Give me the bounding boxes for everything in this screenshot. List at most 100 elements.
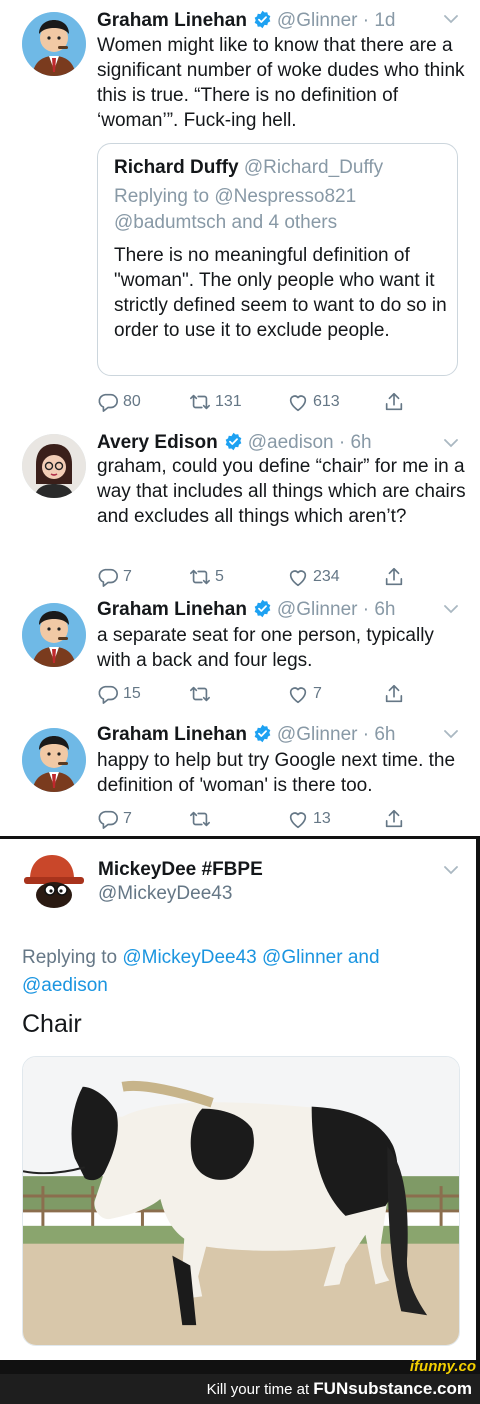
retweet-count: 131 bbox=[215, 393, 242, 410]
like-count: 13 bbox=[313, 810, 331, 827]
retweet-button[interactable]: 131 bbox=[189, 391, 242, 413]
quoted-replying-to: Replying to @Nespresso821 bbox=[114, 186, 357, 207]
like-icon bbox=[287, 566, 309, 588]
share-icon bbox=[383, 683, 405, 705]
reply-button[interactable]: 7 bbox=[97, 808, 132, 830]
quoted-author-handle: @Richard_Duffy bbox=[243, 157, 384, 178]
verified-icon bbox=[253, 724, 272, 743]
retweet-button[interactable]: 5 bbox=[189, 566, 224, 588]
retweet-button[interactable] bbox=[189, 683, 215, 705]
chevron-down-icon[interactable] bbox=[444, 866, 458, 875]
mention-aedison[interactable]: @aedison bbox=[22, 975, 108, 996]
like-icon bbox=[287, 683, 309, 705]
avatar[interactable] bbox=[22, 12, 86, 76]
replying-and: and bbox=[342, 947, 380, 968]
separator-dot: · bbox=[357, 599, 375, 620]
author-handle[interactable]: @Glinner bbox=[277, 10, 358, 31]
reply-button[interactable]: 80 bbox=[97, 391, 141, 413]
replying-prefix: Replying to bbox=[22, 947, 123, 968]
tweet-text: a separate seat for one person, typicall… bbox=[97, 625, 434, 671]
like-icon bbox=[287, 391, 309, 413]
like-count: 613 bbox=[313, 393, 340, 410]
timestamp[interactable]: 6h bbox=[374, 724, 395, 745]
quoted-tweet-text: There is no meaningful definition of "wo… bbox=[114, 245, 447, 341]
retweet-icon bbox=[189, 683, 211, 705]
avatar[interactable] bbox=[22, 603, 86, 667]
separator-dot: · bbox=[357, 10, 375, 31]
share-button[interactable] bbox=[383, 566, 409, 588]
like-button[interactable]: 7 bbox=[287, 683, 322, 705]
author-handle[interactable]: @Glinner bbox=[277, 724, 358, 745]
share-icon bbox=[383, 808, 405, 830]
reply-count: 7 bbox=[123, 810, 132, 827]
reply-count: 7 bbox=[123, 568, 132, 585]
author-handle[interactable]: @MickeyDee43 bbox=[98, 883, 232, 905]
quoted-tweet[interactable]: Richard Duffy @Richard_Duffy Replying to… bbox=[97, 143, 458, 376]
reply-icon bbox=[97, 566, 119, 588]
timestamp[interactable]: 6h bbox=[350, 432, 371, 453]
tweet-actions: 15 7 bbox=[97, 683, 427, 707]
timestamp[interactable]: 1d bbox=[374, 10, 395, 31]
tweet-text: Women might like to know that there are … bbox=[97, 35, 465, 131]
retweet-button[interactable] bbox=[189, 808, 215, 830]
timestamp[interactable]: 6h bbox=[374, 599, 395, 620]
footer-tagline: Kill your time at bbox=[206, 1381, 314, 1398]
author-handle[interactable]: @aedison bbox=[248, 432, 334, 453]
share-button[interactable] bbox=[383, 683, 409, 705]
verified-icon bbox=[224, 432, 243, 451]
tweet-2[interactable]: Avery Edison @aedison · 6h graham, could … bbox=[0, 420, 480, 595]
quoted-author-name: Richard Duffy bbox=[114, 157, 239, 178]
tweet-text: Chair bbox=[22, 1010, 82, 1038]
like-button[interactable]: 13 bbox=[287, 808, 331, 830]
share-icon bbox=[383, 566, 405, 588]
author-name[interactable]: Avery Edison bbox=[97, 432, 218, 453]
reply-icon bbox=[97, 683, 119, 705]
author-name[interactable]: Graham Linehan bbox=[97, 724, 247, 745]
tweet-1[interactable]: Graham Linehan @Glinner · 1d Women might … bbox=[0, 0, 480, 420]
footer-strip bbox=[0, 1360, 480, 1374]
share-icon bbox=[383, 391, 405, 413]
author-handle[interactable]: @Glinner bbox=[277, 599, 358, 620]
tweet-photo-horse[interactable] bbox=[22, 1056, 460, 1346]
reply-icon bbox=[97, 808, 119, 830]
mention-glinner[interactable]: @Glinner bbox=[262, 947, 343, 968]
author-name[interactable]: Graham Linehan bbox=[97, 10, 247, 31]
author-name[interactable]: Graham Linehan bbox=[97, 599, 247, 620]
mention-mickeydee43[interactable]: @MickeyDee43 bbox=[122, 947, 256, 968]
chevron-down-icon[interactable] bbox=[444, 605, 458, 614]
quoted-replying-others: @badumtsch and 4 others bbox=[114, 212, 338, 233]
footer-brand[interactable]: FUNsubstance.com bbox=[313, 1379, 472, 1398]
retweet-count: 5 bbox=[215, 568, 224, 585]
like-count: 7 bbox=[313, 685, 322, 702]
like-button[interactable]: 234 bbox=[287, 566, 340, 588]
chevron-down-icon[interactable] bbox=[444, 15, 458, 24]
tweet-3[interactable]: Graham Linehan @Glinner · 6h a separate s… bbox=[0, 595, 480, 720]
share-button[interactable] bbox=[383, 808, 409, 830]
retweet-icon bbox=[189, 391, 211, 413]
author-name[interactable]: MickeyDee #FBPE bbox=[98, 859, 263, 881]
tweet-4[interactable]: Graham Linehan @Glinner · 6h happy to hel… bbox=[0, 720, 480, 838]
tweet-actions: 7 5 234 bbox=[97, 566, 427, 590]
avatar[interactable] bbox=[22, 728, 86, 792]
avatar[interactable] bbox=[22, 849, 86, 913]
chevron-down-icon[interactable] bbox=[444, 730, 458, 739]
footer: ifunny.co Kill your time at FUNsubstance… bbox=[0, 1358, 480, 1404]
separator-dot: · bbox=[333, 432, 351, 453]
reply-icon bbox=[97, 391, 119, 413]
tweet-actions: 7 13 bbox=[97, 808, 427, 832]
ifunny-watermark: ifunny.co bbox=[409, 1358, 476, 1375]
reply-button[interactable]: 7 bbox=[97, 566, 132, 588]
like-count: 234 bbox=[313, 568, 340, 585]
footer-banner: Kill your time at FUNsubstance.com bbox=[0, 1374, 480, 1404]
like-button[interactable]: 613 bbox=[287, 391, 340, 413]
separator-dot: · bbox=[357, 724, 375, 745]
avatar[interactable] bbox=[22, 434, 86, 498]
share-button[interactable] bbox=[383, 391, 409, 413]
like-icon bbox=[287, 808, 309, 830]
reply-button[interactable]: 15 bbox=[97, 683, 141, 705]
tweet-actions: 80 131 613 bbox=[97, 391, 427, 415]
chevron-down-icon[interactable] bbox=[444, 439, 458, 448]
reply-count: 15 bbox=[123, 685, 141, 702]
replying-to: Replying to @MickeyDee43 @Glinner and @a… bbox=[22, 944, 462, 1000]
verified-icon bbox=[253, 10, 272, 29]
